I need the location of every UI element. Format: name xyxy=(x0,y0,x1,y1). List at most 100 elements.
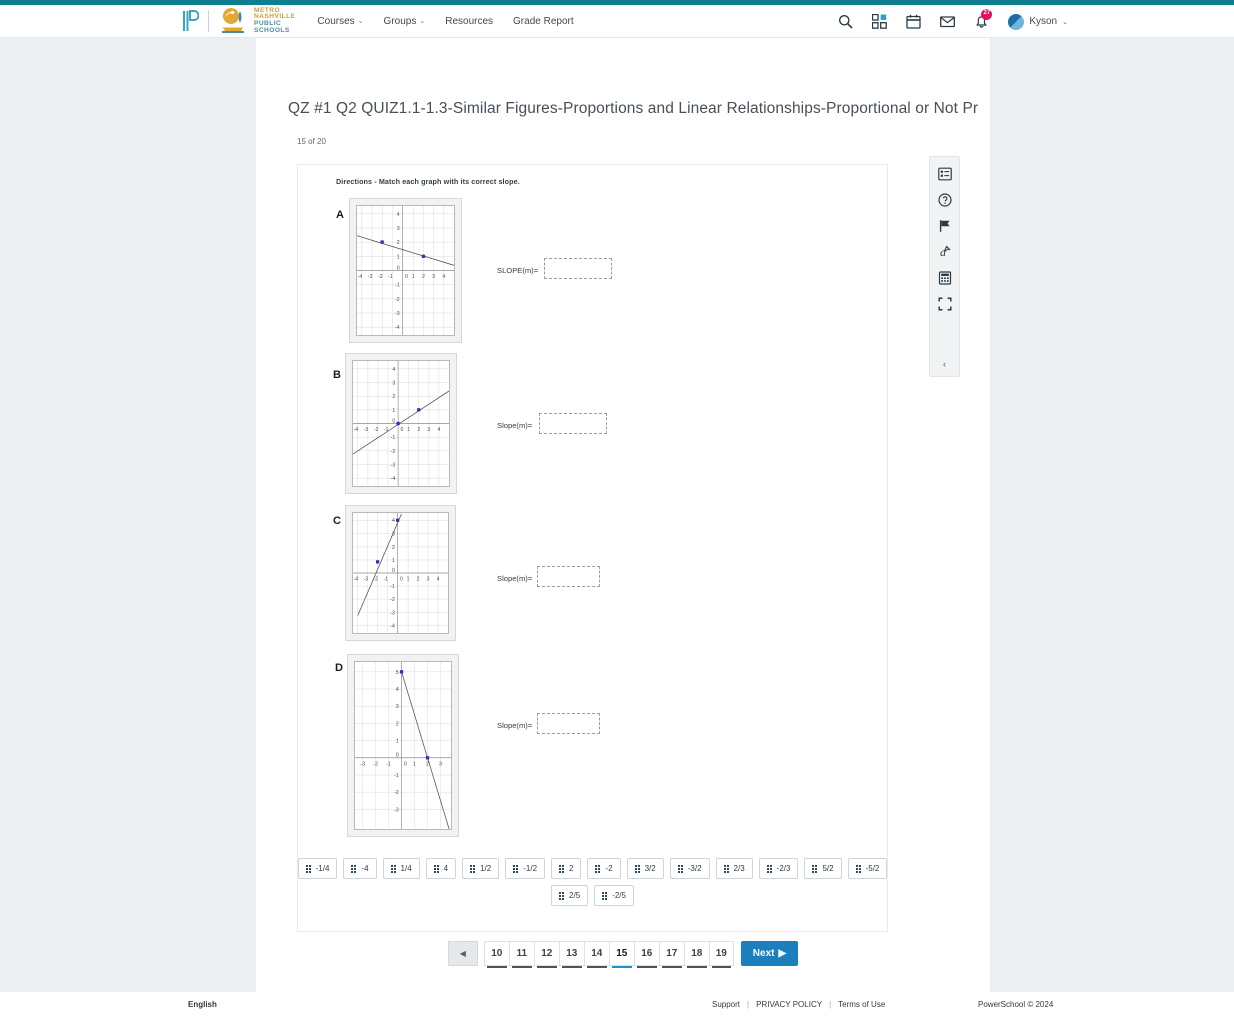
graph-frame-a: -4 -3 -2 -1 0 1 2 3 4 4 3 2 1 0 -1 -2 -3… xyxy=(349,198,462,343)
pagination-page-11[interactable]: 11 xyxy=(508,941,534,968)
svg-text:4: 4 xyxy=(442,274,445,280)
answer-tile[interactable]: -1/4 xyxy=(297,858,338,879)
nav-item-resources[interactable]: Resources xyxy=(445,16,493,27)
drag-handle-icon[interactable] xyxy=(513,864,519,873)
slope-label-d: Slope(m)= xyxy=(497,721,533,730)
answer-tile[interactable]: -2/3 xyxy=(758,858,799,879)
pagination-page-19[interactable]: 19 xyxy=(708,941,734,968)
nav-item-groups[interactable]: Groups ⌄ xyxy=(384,16,426,27)
answer-tile[interactable]: 2/3 xyxy=(715,858,753,879)
answer-tile[interactable]: 3/2 xyxy=(626,858,664,879)
answer-tile[interactable]: -2 xyxy=(587,858,621,879)
language-selector[interactable]: English xyxy=(188,1000,217,1009)
svg-text:-4: -4 xyxy=(354,576,359,582)
powerschool-p-logo-icon[interactable] xyxy=(182,9,199,33)
calculator-icon[interactable] xyxy=(937,270,953,286)
next-button[interactable]: Next ▶ xyxy=(740,941,799,966)
pagination-pages: 10 11 12 13 14 15 16 17 18 19 xyxy=(483,941,734,968)
pagination-page-17[interactable]: 17 xyxy=(658,941,684,968)
apps-grid-icon[interactable] xyxy=(872,14,888,29)
drag-handle-icon[interactable] xyxy=(433,864,439,873)
drag-handle-icon[interactable] xyxy=(559,891,565,900)
drag-handle-icon[interactable] xyxy=(812,864,818,873)
answer-tile[interactable]: -5/2 xyxy=(847,858,888,879)
pagination-page-15[interactable]: 15 xyxy=(608,941,634,968)
drag-handle-icon[interactable] xyxy=(390,864,396,873)
svg-text:-2: -2 xyxy=(395,297,400,303)
answer-tile[interactable]: -4 xyxy=(343,858,377,879)
answer-tile[interactable]: 2/5 xyxy=(551,885,589,906)
graph-letter-c: C xyxy=(333,515,341,527)
nav-label-groups: Groups xyxy=(383,15,417,27)
drag-handle-icon[interactable] xyxy=(723,864,729,873)
fullscreen-icon[interactable] xyxy=(937,296,953,312)
footer-link-terms-of-use[interactable]: Terms of Use xyxy=(838,1000,885,1009)
next-arrow-icon: ▶ xyxy=(778,948,787,959)
answer-tile[interactable]: 5/2 xyxy=(804,858,842,879)
answer-tile[interactable]: 2 xyxy=(551,858,582,879)
drag-handle-icon[interactable] xyxy=(634,864,640,873)
drag-handle-icon[interactable] xyxy=(602,891,608,900)
pagination-previous-button[interactable]: ◀ xyxy=(447,941,478,966)
collapse-rail-button[interactable]: ‹ xyxy=(930,359,959,369)
dropzone-a[interactable] xyxy=(544,258,612,279)
drag-handle-icon[interactable] xyxy=(305,864,311,873)
user-menu[interactable]: Kyson ⌄ xyxy=(1008,13,1068,30)
answer-tile[interactable]: -2/5 xyxy=(594,885,634,906)
svg-text:1: 1 xyxy=(397,254,400,260)
answer-tile-label: 4 xyxy=(443,864,449,873)
svg-text:-1: -1 xyxy=(386,762,391,768)
footer-link-privacy-policy[interactable]: PRIVACY POLICY xyxy=(756,1000,822,1009)
graph-frame-c: -4 -3 -2 -1 0 1 2 3 4 4 3 2 1 0 -1 -2 -3… xyxy=(345,505,456,641)
drag-handle-icon[interactable] xyxy=(351,864,357,873)
search-icon[interactable] xyxy=(838,14,853,29)
svg-text:0: 0 xyxy=(405,274,408,280)
svg-text:0: 0 xyxy=(392,418,395,424)
answer-tile[interactable]: 1/4 xyxy=(382,858,420,879)
nav-item-courses[interactable]: Courses ⌄ xyxy=(317,16,363,27)
svg-text:1: 1 xyxy=(392,408,395,414)
answer-tile[interactable]: 1/2 xyxy=(462,858,500,879)
mail-icon[interactable] xyxy=(940,14,956,29)
answer-tile[interactable]: -3/2 xyxy=(669,858,710,879)
pagination-page-18[interactable]: 18 xyxy=(683,941,709,968)
outline-list-icon[interactable] xyxy=(937,166,953,182)
help-circle-icon[interactable] xyxy=(937,192,953,208)
calendar-icon[interactable] xyxy=(906,14,921,29)
footer-link-support[interactable]: Support xyxy=(712,1000,740,1009)
notifications-bell-icon[interactable]: 27 xyxy=(974,9,993,29)
pagination-page-16[interactable]: 16 xyxy=(633,941,659,968)
footer-separator: | xyxy=(829,1000,832,1009)
dropzone-b[interactable] xyxy=(539,413,607,434)
svg-text:-2: -2 xyxy=(394,790,399,796)
pagination-page-12[interactable]: 12 xyxy=(533,941,559,968)
dropzone-d[interactable] xyxy=(537,713,600,734)
avatar xyxy=(1008,13,1025,30)
answer-tile[interactable]: -1/2 xyxy=(505,858,546,879)
chevron-down-icon: ⌄ xyxy=(357,18,364,25)
svg-text:-3: -3 xyxy=(360,762,365,768)
drag-handle-icon[interactable] xyxy=(677,864,683,873)
drag-handle-icon[interactable] xyxy=(595,864,601,873)
pagination-page-13[interactable]: 13 xyxy=(558,941,584,968)
svg-text:-2: -2 xyxy=(391,449,396,455)
svg-text:4: 4 xyxy=(437,427,440,433)
svg-text:3: 3 xyxy=(396,704,399,710)
pagination-page-14[interactable]: 14 xyxy=(583,941,609,968)
drag-handle-icon[interactable] xyxy=(766,864,772,873)
flag-icon[interactable] xyxy=(937,218,953,234)
svg-text:2: 2 xyxy=(392,545,395,551)
pagination-page-10[interactable]: 10 xyxy=(483,941,509,968)
answer-tile-label: -2/5 xyxy=(612,891,626,900)
drag-handle-icon[interactable] xyxy=(470,864,476,873)
slope-label-a: SLOPE(m)= xyxy=(497,266,539,275)
drag-handle-icon[interactable] xyxy=(855,864,861,873)
highlighter-pen-icon[interactable]: a xyxy=(937,244,953,260)
drag-handle-icon[interactable] xyxy=(559,864,565,873)
nav-item-grade-report[interactable]: Grade Report xyxy=(513,16,574,27)
answer-tile[interactable]: 4 xyxy=(425,858,457,879)
dropzone-c[interactable] xyxy=(537,566,600,587)
svg-text:-1: -1 xyxy=(383,576,388,582)
chevron-down-icon: ⌄ xyxy=(1062,18,1068,26)
footer-links: Support | PRIVACY POLICY | Terms of Use xyxy=(712,1000,885,1009)
